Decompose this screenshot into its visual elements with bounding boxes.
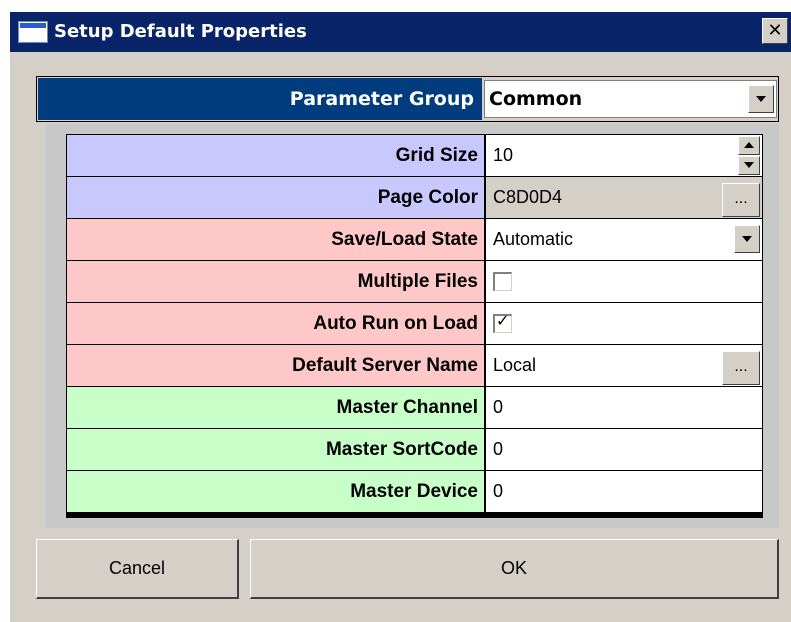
property-value-default-server-name[interactable]: Local... [486, 345, 762, 386]
property-label: Save/Load State [67, 219, 484, 260]
property-row-multiple-files: Multiple Files [67, 261, 762, 302]
window-icon [18, 21, 48, 43]
spin-down-icon[interactable] [738, 156, 760, 175]
property-row-master-sortcode: Master SortCode 0 [67, 429, 762, 470]
checkbox[interactable]: ✓ [493, 311, 512, 333]
window-title: Setup Default Properties [54, 21, 307, 42]
property-value-page-color[interactable]: C8D0D4... [486, 177, 762, 218]
setup-default-properties-dialog: Setup Default Properties ✕ Parameter Gro… [10, 12, 791, 622]
property-grid-panel: Grid Size 10 Page Color C8D0D4... Save/Load … [46, 124, 779, 528]
property-row-auto-run-on-load: Auto Run on Load ✓ [67, 303, 762, 344]
chevron-down-icon[interactable] [748, 85, 774, 113]
property-label: Default Server Name [67, 345, 484, 386]
property-value-text: Local [493, 355, 537, 375]
close-button[interactable]: ✕ [762, 18, 788, 44]
property-label: Grid Size [67, 135, 484, 176]
property-row-master-device: Master Device 0 [67, 471, 762, 512]
property-label: Page Color [67, 177, 484, 218]
cancel-button[interactable]: Cancel [36, 539, 239, 599]
property-value-grid-size[interactable]: 10 [486, 135, 762, 176]
property-row-default-server-name: Default Server Name Local... [67, 345, 762, 386]
property-value-text: Automatic [493, 229, 574, 249]
property-value-save-load-state[interactable]: Automatic [486, 219, 762, 260]
property-value-master-sortcode[interactable]: 0 [486, 429, 762, 470]
parameter-group-row: Parameter Group Common [36, 76, 779, 122]
property-row-save-load-state: Save/Load State Automatic [67, 219, 762, 260]
property-label: Master Device [67, 471, 484, 512]
title-bar[interactable]: Setup Default Properties ✕ [10, 12, 791, 52]
property-label: Multiple Files [67, 261, 484, 302]
property-value-text: 10 [493, 145, 514, 165]
property-label: Master SortCode [67, 429, 484, 470]
parameter-group-select[interactable]: Common [484, 80, 777, 118]
parameter-group-value: Common [489, 88, 583, 110]
spinner[interactable] [738, 136, 760, 175]
property-table: Grid Size 10 Page Color C8D0D4... Save/Load … [66, 134, 763, 518]
property-value-text: C8D0D4 [493, 187, 563, 207]
property-value-auto-run-on-load[interactable]: ✓ [486, 303, 762, 344]
chevron-down-icon[interactable] [734, 225, 760, 253]
spin-up-icon[interactable] [738, 136, 760, 155]
property-value-text: 0 [493, 439, 504, 459]
checkbox[interactable] [493, 272, 512, 291]
check-icon: ✓ [496, 311, 510, 330]
property-value-master-channel[interactable]: 0 [486, 387, 762, 428]
browse-button[interactable]: ... [722, 351, 760, 385]
property-value-multiple-files[interactable] [486, 261, 762, 302]
property-label: Auto Run on Load [67, 303, 484, 344]
parameter-group-label: Parameter Group [38, 78, 482, 120]
property-row-page-color: Page Color C8D0D4... [67, 177, 762, 218]
ok-button[interactable]: OK [250, 539, 779, 599]
property-value-text: 0 [493, 481, 504, 501]
property-value-text: 0 [493, 397, 504, 417]
property-value-master-device[interactable]: 0 [486, 471, 762, 512]
browse-button[interactable]: ... [722, 183, 760, 217]
property-row-grid-size: Grid Size 10 [67, 135, 762, 176]
property-label: Master Channel [67, 387, 484, 428]
property-row-master-channel: Master Channel 0 [67, 387, 762, 428]
